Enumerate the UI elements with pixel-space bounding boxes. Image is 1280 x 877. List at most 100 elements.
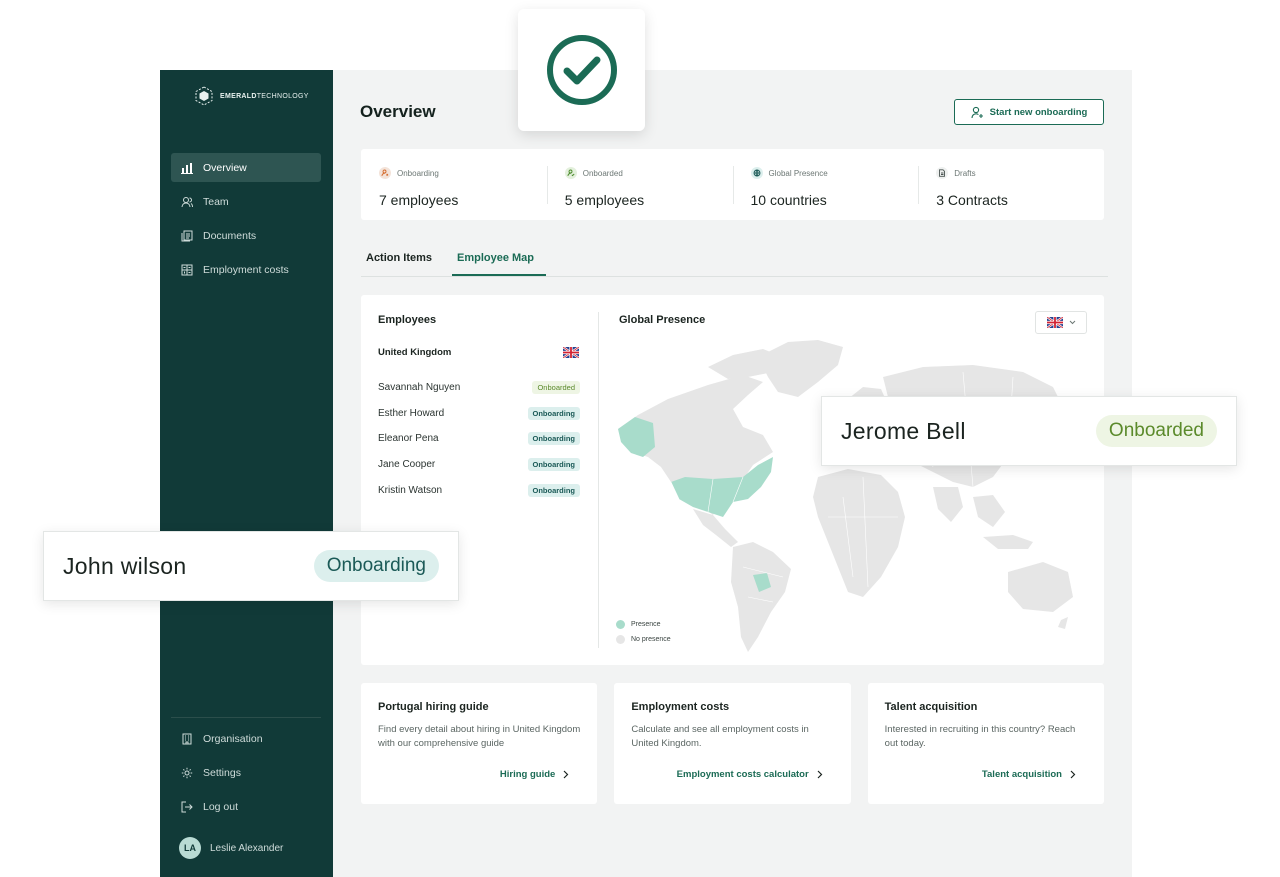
employee-row[interactable]: Jane Cooper Onboarding (378, 452, 580, 478)
sidebar: EMERALDTECHNOLOGY Overview Team Document… (160, 70, 333, 877)
employee-name: Esther Howard (378, 407, 445, 419)
sidebar-nav: Overview Team Documents Employment costs (171, 153, 321, 289)
calculator-icon (181, 264, 193, 276)
chevron-down-icon (1069, 320, 1075, 325)
stat-drafts: Drafts 3 Contracts (918, 149, 1104, 220)
brand-name: EMERALDTECHNOLOGY (220, 92, 309, 100)
user-profile[interactable]: LA Leslie Alexander (179, 837, 283, 859)
documents-icon (181, 230, 193, 242)
stat-value: 7 employees (379, 192, 459, 208)
gear-icon (181, 767, 193, 779)
stat-value: 5 employees (564, 192, 645, 208)
status-badge: Onboarded (532, 381, 580, 395)
legend-no-presence: No presence (616, 635, 671, 644)
checkmark-circle-icon (546, 35, 617, 105)
john-wilson-card[interactable]: John wilson Onboarding (43, 531, 459, 601)
world-map (618, 340, 1073, 652)
employment-costs-card: Employment costs Calculate and see all e… (614, 683, 851, 804)
sidebar-item-documents[interactable]: Documents (171, 221, 321, 250)
hiring-guide-card: Portugal hiring guide Find every detail … (361, 683, 598, 804)
employment-costs-link[interactable]: Employment costs calculator (677, 769, 823, 780)
stat-label: Onboarding (397, 168, 439, 178)
country-name: United Kingdom (378, 347, 452, 358)
status-badge: Onboarding (527, 458, 580, 472)
sidebar-item-employment-costs[interactable]: Employment costs (171, 255, 321, 284)
stat-label: Drafts (954, 168, 976, 178)
document-icon (936, 167, 949, 179)
chevron-right-icon (563, 770, 569, 779)
sidebar-item-logout[interactable]: Log out (171, 792, 321, 821)
avatar: LA (179, 837, 201, 859)
sidebar-item-settings[interactable]: Settings (171, 758, 321, 787)
hiring-guide-link[interactable]: Hiring guide (500, 769, 569, 780)
chevron-right-icon (1070, 770, 1076, 779)
tab-employee-map[interactable]: Employee Map (457, 252, 534, 264)
employee-name: Kristin Watson (378, 484, 443, 496)
employee-name: Eleanor Pena (378, 433, 439, 445)
status-badge: Onboarded (1095, 415, 1217, 447)
legend-presence: Presence (616, 620, 671, 629)
main-content: Overview Start new onboarding Onboarding… (333, 70, 1132, 877)
sidebar-item-label: Employment costs (203, 263, 289, 276)
user-name: Leslie Alexander (210, 842, 284, 854)
sidebar-item-overview[interactable]: Overview (171, 153, 321, 182)
tab-action-items[interactable]: Action Items (366, 252, 432, 264)
uk-flag-icon (1046, 317, 1063, 328)
building-icon (181, 733, 193, 745)
start-onboarding-button[interactable]: Start new onboarding (954, 99, 1104, 125)
status-badge: Onboarding (527, 406, 580, 420)
status-badge: Onboarding (527, 483, 580, 497)
employee-row[interactable]: Savannah Nguyen Onboarded (378, 375, 580, 401)
stat-label: Global Presence (768, 168, 828, 178)
employees-title: Employees (378, 314, 437, 326)
sidebar-item-label: Log out (203, 800, 239, 813)
link-label: Hiring guide (499, 769, 556, 780)
bar-chart-icon (181, 162, 193, 174)
chevron-right-icon (817, 770, 823, 779)
map-region-alaska (618, 417, 655, 457)
country-select[interactable] (1035, 311, 1087, 334)
employee-list: Savannah Nguyen Onboarded Esther Howard … (378, 375, 580, 503)
employee-row[interactable]: Eleanor Pena Onboarding (378, 426, 580, 452)
sidebar-item-label: Settings (203, 766, 241, 779)
card-title: Talent acquisition (884, 701, 978, 713)
stat-global-presence: Global Presence 10 countries (732, 149, 919, 220)
stat-value: 10 countries (750, 192, 827, 208)
logo-mark-icon (195, 86, 213, 106)
logout-icon (181, 801, 193, 813)
employee-row[interactable]: Kristin Watson Onboarding (378, 477, 580, 503)
sidebar-item-label: Team (203, 195, 229, 208)
sidebar-item-label: Overview (203, 161, 247, 174)
legend-label: Presence (631, 621, 661, 628)
uk-flag-icon (563, 347, 579, 358)
employee-map-panel: Employees United Kingdom Savannah Nguyen… (361, 295, 1104, 665)
stat-label: Onboarded (582, 168, 623, 178)
stat-onboarding: Onboarding 7 employees (361, 149, 547, 220)
status-badge: Onboarding (527, 432, 580, 446)
card-title: Employment costs (631, 701, 730, 713)
jerome-bell-card[interactable]: Jerome Bell Onboarded (821, 396, 1237, 466)
talent-acquisition-link[interactable]: Talent acquisition (982, 769, 1076, 780)
global-presence-title: Global Presence (619, 314, 706, 326)
map-legend: Presence No presence (616, 620, 671, 650)
legend-label: No presence (631, 636, 671, 643)
logo: EMERALDTECHNOLOGY (194, 86, 309, 106)
active-tab-indicator (452, 274, 546, 276)
employee-row[interactable]: Esther Howard Onboarding (378, 401, 580, 427)
no-presence-dot-icon (616, 635, 625, 644)
users-icon (181, 196, 193, 208)
person-check-icon (564, 167, 577, 179)
add-user-icon (971, 106, 983, 118)
employee-name: Jane Cooper (378, 459, 436, 471)
panel-divider (598, 312, 599, 648)
globe-icon (750, 167, 763, 179)
link-label: Talent acquisition (981, 769, 1062, 780)
sidebar-item-team[interactable]: Team (171, 187, 321, 216)
sidebar-item-organisation[interactable]: Organisation (171, 724, 321, 753)
card-description: Find every detail about hiring in United… (378, 724, 581, 749)
sidebar-item-label: Organisation (203, 732, 263, 745)
employee-name: Savannah Nguyen (378, 382, 461, 394)
employee-name: Jerome Bell (841, 417, 966, 444)
sidebar-item-label: Documents (203, 229, 257, 242)
sidebar-bottom-nav: Organisation Settings Log out (171, 717, 321, 826)
